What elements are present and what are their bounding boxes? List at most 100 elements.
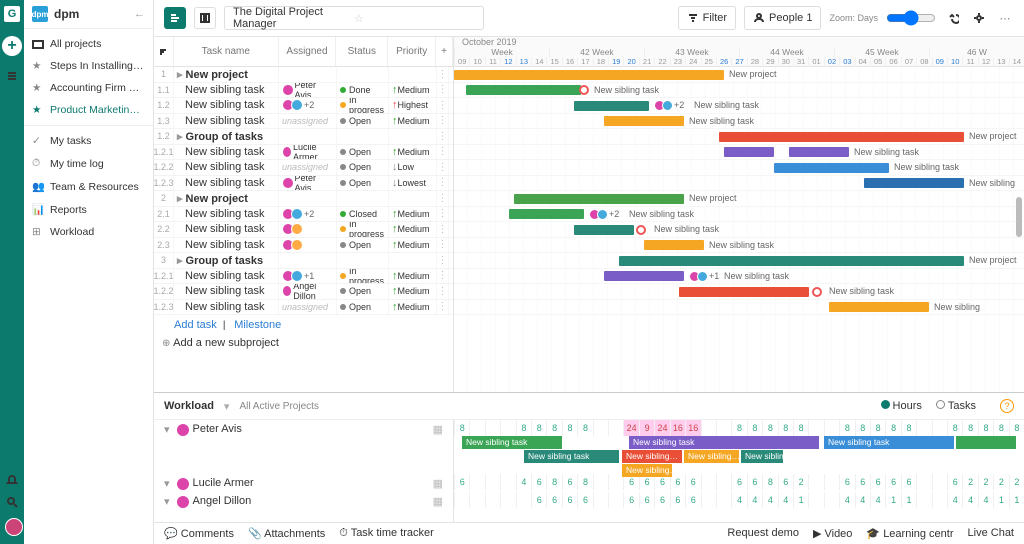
task-row[interactable]: 2 ▸New project ⋮ bbox=[154, 191, 453, 207]
gantt-bar[interactable] bbox=[774, 163, 889, 173]
sidebar-nav-item[interactable]: 👥Team & Resources bbox=[24, 175, 153, 198]
filter-button[interactable]: Filter bbox=[678, 6, 736, 30]
add-button[interactable]: + bbox=[2, 36, 22, 56]
gantt-bar[interactable] bbox=[619, 256, 964, 266]
add-task-link[interactable]: Add task bbox=[174, 319, 217, 331]
time-tracker-tab[interactable]: ⏱ Task time tracker bbox=[339, 527, 434, 540]
workload-bar[interactable] bbox=[956, 436, 1016, 449]
back-icon[interactable]: ← bbox=[134, 8, 145, 20]
gear-icon[interactable] bbox=[970, 9, 988, 27]
task-row[interactable]: 1.2.3 New sibling task unassigned Open ↑… bbox=[154, 300, 453, 316]
workload-bar[interactable]: New sibling task bbox=[824, 436, 954, 449]
hours-radio[interactable]: Hours bbox=[881, 400, 922, 412]
workload-bar[interactable]: New sibling… bbox=[741, 450, 783, 463]
calendar-icon[interactable]: ▦ bbox=[433, 477, 443, 490]
gantt-bar[interactable] bbox=[829, 302, 929, 312]
gantt-bar[interactable] bbox=[514, 194, 684, 204]
gantt-bar[interactable] bbox=[864, 178, 964, 188]
row-menu-icon[interactable]: ⋮ bbox=[437, 98, 449, 113]
row-menu-icon[interactable]: ⋮ bbox=[437, 284, 449, 299]
gantt-bar[interactable] bbox=[466, 85, 581, 95]
task-row[interactable]: 1.3 New sibling task unassigned Open ↑Me… bbox=[154, 114, 453, 130]
task-row[interactable]: 1.2.3 New sibling task Peter Avis Open ↓… bbox=[154, 176, 453, 192]
row-menu-icon[interactable]: ⋮ bbox=[437, 160, 449, 175]
board-view-button[interactable] bbox=[194, 7, 216, 29]
gantt-bar[interactable] bbox=[789, 147, 849, 157]
attachments-tab[interactable]: 📎 Attachments bbox=[248, 527, 325, 540]
row-menu-icon[interactable]: ⋮ bbox=[437, 253, 449, 268]
gantt-view-button[interactable] bbox=[164, 7, 186, 29]
row-menu-icon[interactable]: ⋮ bbox=[437, 238, 449, 253]
task-row[interactable]: 3 ▸Group of tasks ⋮ bbox=[154, 253, 453, 269]
task-row[interactable]: 1.2.2 New sibling task Angel Dillon Open… bbox=[154, 284, 453, 300]
workload-bar[interactable]: New sibling task bbox=[524, 450, 619, 463]
learning-link[interactable]: 🎓 Learning centr bbox=[866, 527, 953, 540]
gantt-bar[interactable] bbox=[574, 101, 649, 111]
gantt-bar[interactable] bbox=[509, 209, 584, 219]
gantt-bar[interactable] bbox=[574, 225, 634, 235]
gantt-chart[interactable]: October 2019 Week42 Week43 Week44 Week45… bbox=[454, 37, 1024, 392]
calendar-icon[interactable]: ▦ bbox=[433, 495, 443, 508]
gantt-bar[interactable] bbox=[604, 271, 684, 281]
workload-person-row[interactable]: ▾Angel Dillon▦ bbox=[154, 492, 453, 510]
calendar-icon[interactable]: ▦ bbox=[433, 423, 443, 436]
comments-tab[interactable]: 💬 Comments bbox=[164, 527, 234, 540]
task-row[interactable]: 1.2.2 New sibling task unassigned Open ↓… bbox=[154, 160, 453, 176]
scrollbar[interactable] bbox=[1014, 37, 1024, 392]
gantt-bar[interactable] bbox=[604, 116, 684, 126]
sidebar-nav-item[interactable]: ⊞Workload bbox=[24, 221, 153, 243]
gantt-row[interactable] bbox=[454, 222, 1024, 238]
row-menu-icon[interactable]: ⋮ bbox=[437, 114, 449, 129]
row-menu-icon[interactable]: ⋮ bbox=[437, 207, 449, 222]
request-demo[interactable]: Request demo bbox=[727, 527, 799, 540]
live-chat[interactable]: Live Chat bbox=[968, 527, 1014, 540]
task-row[interactable]: 1.2 New sibling task +2 In progress ↑Hig… bbox=[154, 98, 453, 114]
search-icon[interactable] bbox=[6, 496, 18, 508]
gantt-bar[interactable] bbox=[724, 147, 774, 157]
row-menu-icon[interactable]: ⋮ bbox=[437, 300, 449, 315]
sidebar-project[interactable]: ★Product Marketing Plan Te… bbox=[24, 99, 153, 121]
task-row[interactable]: 1.2 ▸Group of tasks ⋮ bbox=[154, 129, 453, 145]
sidebar-nav-item[interactable]: ⏱My time log bbox=[24, 152, 153, 175]
menu-icon[interactable] bbox=[6, 70, 18, 82]
more-icon[interactable]: ⋯ bbox=[996, 9, 1014, 27]
user-avatar[interactable] bbox=[5, 518, 23, 536]
people-button[interactable]: People 1 bbox=[744, 6, 821, 30]
row-menu-icon[interactable]: ⋮ bbox=[437, 129, 449, 144]
logo-icon[interactable]: G bbox=[4, 6, 20, 22]
row-menu-icon[interactable]: ⋮ bbox=[437, 222, 449, 237]
zoom-slider[interactable] bbox=[886, 10, 936, 26]
video-link[interactable]: ▶ Video bbox=[813, 527, 852, 540]
workload-filter[interactable]: All Active Projects bbox=[239, 401, 318, 412]
workload-person-row[interactable]: ▾Peter Avis▦ bbox=[154, 420, 453, 474]
workload-bar[interactable]: New sibling task bbox=[462, 436, 562, 449]
add-milestone-link[interactable]: Milestone bbox=[234, 319, 281, 331]
task-row[interactable]: 1.1 New sibling task Peter Avis Done ↑Me… bbox=[154, 83, 453, 99]
gantt-bar[interactable] bbox=[644, 240, 704, 250]
task-row[interactable]: 1 ▸New project ⋮ bbox=[154, 67, 453, 83]
bell-icon[interactable] bbox=[6, 474, 18, 486]
add-column-button[interactable]: + bbox=[436, 37, 453, 66]
sidebar-nav-item[interactable]: ✓My tasks bbox=[24, 130, 153, 152]
workload-bar[interactable]: New sibling… bbox=[622, 464, 672, 477]
sidebar-nav-item[interactable]: 📊Reports bbox=[24, 198, 153, 221]
sidebar-project[interactable]: ★Accounting Firm Marketing… bbox=[24, 77, 153, 99]
task-row[interactable]: 1.2.1 New sibling task +1 In progress ↑M… bbox=[154, 269, 453, 285]
milestone-icon[interactable] bbox=[812, 287, 822, 297]
sort-icon[interactable] bbox=[154, 37, 174, 66]
row-menu-icon[interactable]: ⋮ bbox=[437, 67, 449, 82]
task-row[interactable]: 2.2 New sibling task In progress ↑Medium… bbox=[154, 222, 453, 238]
row-menu-icon[interactable]: ⋮ bbox=[437, 269, 449, 284]
workload-bar[interactable]: New sibling… bbox=[622, 450, 682, 463]
workload-bar[interactable]: New sibling task bbox=[629, 436, 819, 449]
sidebar-all-projects[interactable]: All projects bbox=[24, 33, 153, 55]
workload-person-row[interactable]: ▾Lucile Armer▦ bbox=[154, 474, 453, 492]
add-subproject[interactable]: ⊕ Add a new subproject bbox=[154, 335, 453, 351]
sidebar-project[interactable]: ★Steps In Installing Rack Mo… bbox=[24, 55, 153, 77]
tasks-radio[interactable]: Tasks bbox=[936, 400, 976, 412]
workload-bar[interactable]: New sibling… bbox=[684, 450, 739, 463]
help-icon[interactable]: ? bbox=[1000, 399, 1014, 413]
star-icon[interactable]: ☆ bbox=[354, 12, 475, 25]
gantt-bar[interactable] bbox=[719, 132, 964, 142]
gantt-bar[interactable] bbox=[679, 287, 809, 297]
